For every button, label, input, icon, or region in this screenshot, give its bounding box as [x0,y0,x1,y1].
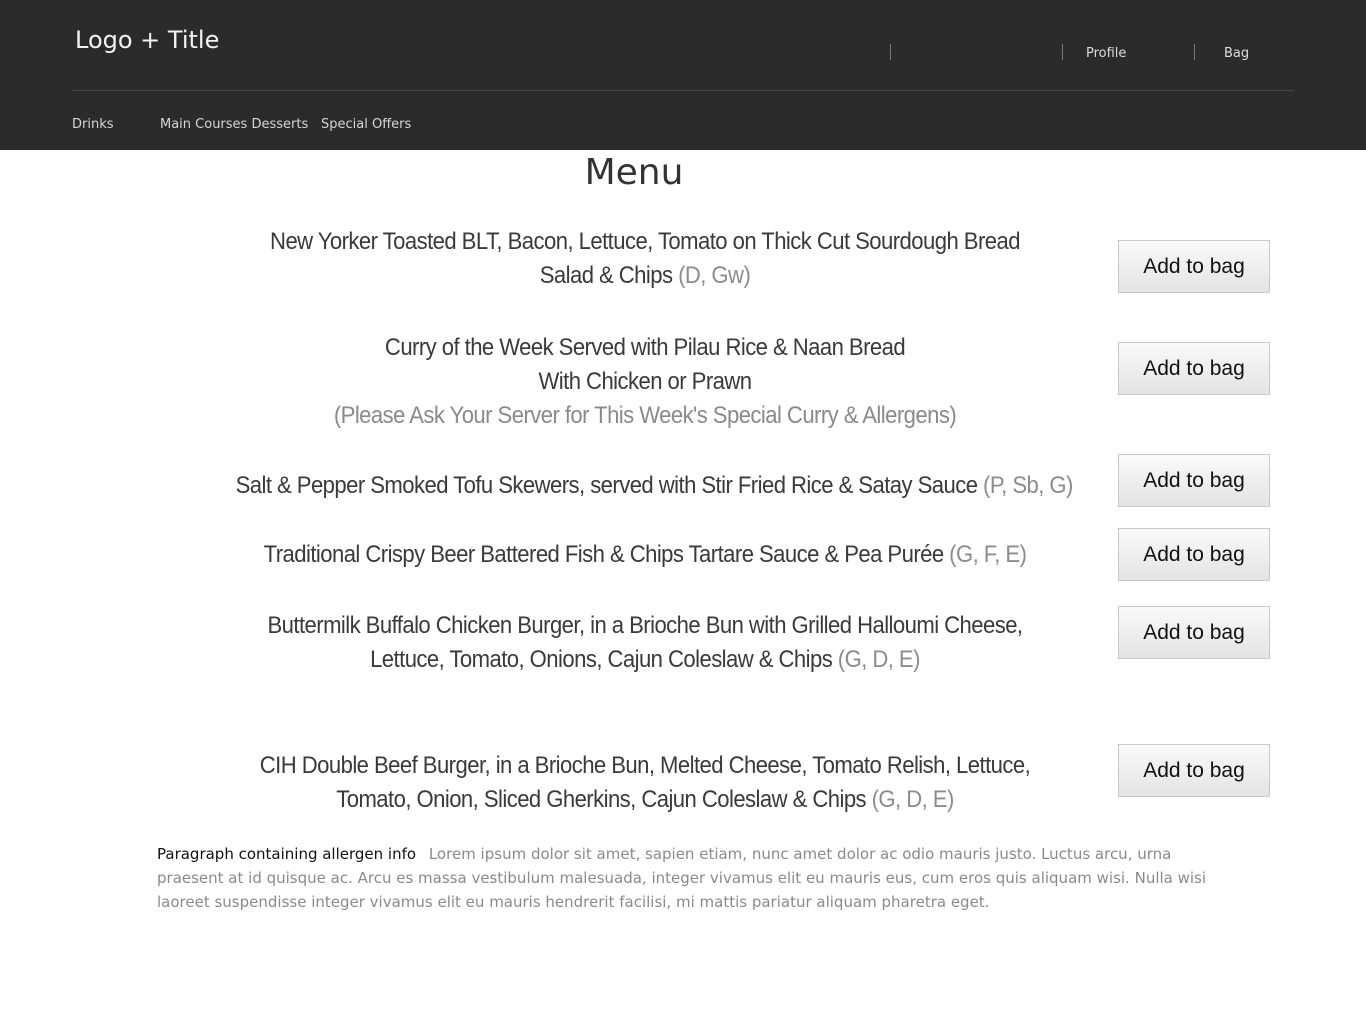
menu-item: Salt & Pepper Smoked Tofu Skewers, serve… [235,469,1074,503]
allergen-info: Paragraph containing allergen info Lorem… [157,842,1207,914]
nav-special-offers[interactable]: Special Offers [321,117,411,132]
menu-item: CIH Double Beef Burger, in a Brioche Bun… [236,749,1055,817]
item-note: (Please Ask Your Server for This Week's … [333,402,957,429]
allergen-codes: (P, Sb, G) [983,472,1073,499]
nav-drinks[interactable]: Drinks [72,117,114,132]
add-to-bag-button[interactable]: Add to bag [1118,342,1270,395]
allergen-codes: (G, F, E) [949,541,1027,568]
divider [1062,44,1063,60]
page-title: Menu [584,152,684,193]
divider [890,44,891,60]
allergen-codes: (D, Gw) [678,262,751,289]
logo-title[interactable]: Logo + Title [75,26,219,54]
item-line: With Chicken or Prawn [538,368,753,395]
allergen-codes: (G, D, E) [837,646,921,673]
item-line: Lettuce, Tomato, Onions, Cajun Coleslaw … [370,646,833,673]
divider [1194,44,1195,60]
profile-link[interactable]: Profile [1086,46,1126,61]
item-line: CIH Double Beef Burger, in a Brioche Bun… [259,752,1031,779]
menu-item: Traditional Crispy Beer Battered Fish & … [236,538,1055,572]
nav-main-courses-desserts[interactable]: Main Courses Desserts [160,117,308,132]
item-line: Traditional Crispy Beer Battered Fish & … [263,541,945,568]
add-to-bag-button[interactable]: Add to bag [1118,528,1270,581]
site-header: Logo + Title Profile Bag Drinks Main Cou… [0,0,1366,150]
menu-item: New Yorker Toasted BLT, Bacon, Lettuce, … [236,225,1055,293]
allergen-info-heading: Paragraph containing allergen info [157,845,417,863]
add-to-bag-button[interactable]: Add to bag [1118,744,1270,797]
add-to-bag-button[interactable]: Add to bag [1118,240,1270,293]
item-line: Tomato, Onion, Sliced Gherkins, Cajun Co… [336,786,867,813]
add-to-bag-button[interactable]: Add to bag [1118,606,1270,659]
header-rule [73,90,1294,91]
item-line: Salad & Chips [539,262,673,289]
item-line: New Yorker Toasted BLT, Bacon, Lettuce, … [270,228,1020,255]
item-line: Salt & Pepper Smoked Tofu Skewers, serve… [235,472,978,499]
item-line: Curry of the Week Served with Pilau Rice… [384,334,906,361]
add-to-bag-button[interactable]: Add to bag [1118,454,1270,507]
menu-item: Curry of the Week Served with Pilau Rice… [236,331,1055,433]
item-line: Buttermilk Buffalo Chicken Burger, in a … [267,612,1023,639]
allergen-codes: (G, D, E) [871,786,955,813]
bag-link[interactable]: Bag [1224,46,1249,61]
menu-item: Buttermilk Buffalo Chicken Burger, in a … [236,609,1055,677]
